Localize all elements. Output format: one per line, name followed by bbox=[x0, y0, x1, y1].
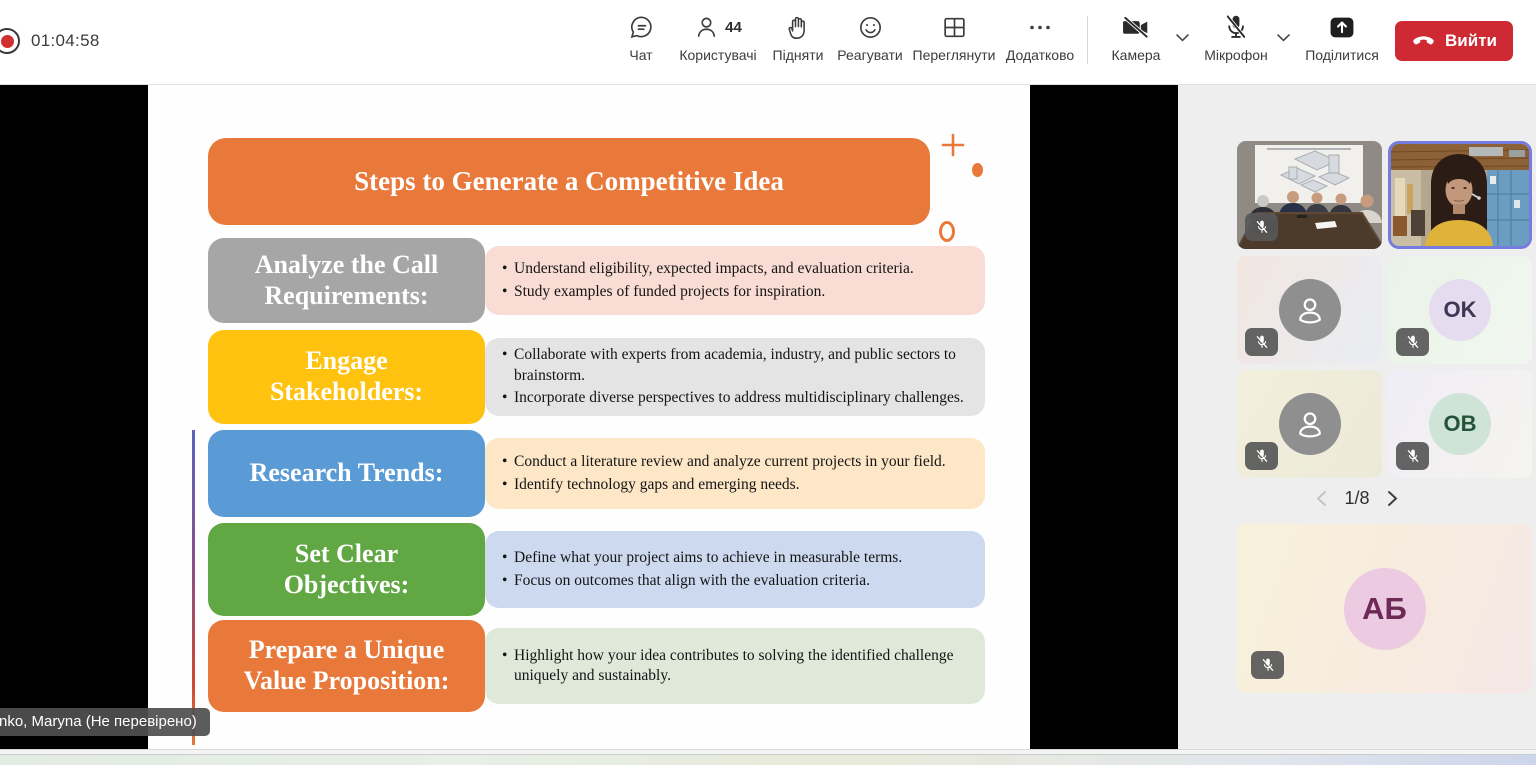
participant-tile-avatar-1[interactable] bbox=[1237, 256, 1382, 364]
leave-label: Вийти bbox=[1445, 31, 1497, 51]
camera-label: Камера bbox=[1112, 47, 1161, 63]
bullet-text: Identify technology gaps and emerging ne… bbox=[501, 475, 973, 495]
pagination-prev-icon[interactable] bbox=[1315, 490, 1328, 507]
slide-title: Steps to Generate a Competitive Idea bbox=[208, 138, 930, 225]
bullet-text: Incorporate diverse perspectives to addr… bbox=[501, 388, 973, 408]
participant-video-meeting-room[interactable] bbox=[1237, 141, 1382, 249]
letterbox-left bbox=[0, 85, 148, 749]
muted-mic-badge bbox=[1251, 651, 1284, 679]
step-2-detail-panel: Collaborate with experts from academia, … bbox=[485, 338, 985, 416]
raise-hand-button[interactable]: Підняти bbox=[765, 13, 831, 63]
pagination-next-icon[interactable] bbox=[1386, 490, 1399, 507]
step-5-label-box: Prepare a Unique Value Proposition: bbox=[208, 620, 485, 712]
share-label: Поділитися bbox=[1305, 47, 1379, 63]
slide-step-row-1: Analyze the Call Requirements: Understan… bbox=[148, 238, 1030, 323]
bullet-text: Define what your project aims to achieve… bbox=[501, 548, 973, 568]
step-4-label-box: Set Clear Objectives: bbox=[208, 523, 485, 616]
more-button[interactable]: Додатково bbox=[998, 13, 1082, 63]
letterbox-right bbox=[1030, 85, 1178, 749]
raise-hand-icon bbox=[785, 13, 811, 41]
recording-indicator-icon bbox=[0, 28, 20, 54]
hangup-icon bbox=[1411, 33, 1436, 50]
react-icon bbox=[857, 13, 884, 41]
react-button[interactable]: Реагувати bbox=[831, 13, 909, 63]
slide-step-row-4: Set Clear Objectives: Define what your p… bbox=[148, 523, 1030, 616]
participants-count: 44 bbox=[725, 19, 742, 36]
muted-mic-badge bbox=[1245, 442, 1278, 470]
bullet-text: Focus on outcomes that align with the ev… bbox=[501, 571, 973, 591]
react-label: Реагувати bbox=[837, 47, 902, 63]
presentation-slide: Steps to Generate a Competitive Idea Ana… bbox=[148, 85, 1030, 749]
step-1-detail-panel: Understand eligibility, expected impacts… bbox=[485, 246, 985, 315]
shared-screen-region: Steps to Generate a Competitive Idea Ana… bbox=[0, 85, 1178, 749]
share-screen-icon bbox=[1327, 13, 1357, 41]
muted-mic-badge bbox=[1396, 442, 1429, 470]
chat-label: Чат bbox=[629, 47, 652, 63]
participant-video-active-speaker[interactable] bbox=[1388, 141, 1532, 249]
participant-tile-ob[interactable]: OB bbox=[1388, 370, 1532, 478]
chat-icon bbox=[628, 13, 655, 41]
mic-off-icon bbox=[1222, 13, 1250, 41]
step-5-detail-panel: Highlight how your idea contributes to s… bbox=[485, 628, 985, 704]
share-button[interactable]: Поділитися bbox=[1300, 13, 1384, 63]
participant-initials: АБ bbox=[1344, 568, 1426, 650]
participant-tile-avatar-2[interactable] bbox=[1237, 370, 1382, 478]
camera-button[interactable]: Камера bbox=[1106, 13, 1166, 63]
view-button[interactable]: Переглянути bbox=[905, 13, 1003, 63]
decor-dot-icon bbox=[972, 163, 983, 177]
muted-mic-badge bbox=[1245, 328, 1278, 356]
more-icon bbox=[1023, 13, 1057, 41]
participant-initials: OB bbox=[1429, 393, 1491, 455]
bullet-text: Highlight how your idea contributes to s… bbox=[501, 646, 973, 687]
view-icon bbox=[941, 13, 968, 41]
step-1-label-box: Analyze the Call Requirements: bbox=[208, 238, 485, 323]
step-4-detail-panel: Define what your project aims to achieve… bbox=[485, 531, 985, 608]
camera-off-icon bbox=[1121, 13, 1151, 41]
mic-button[interactable]: Мікрофон bbox=[1198, 13, 1274, 63]
view-label: Переглянути bbox=[913, 47, 996, 63]
step-3-label-box: Research Trends: bbox=[208, 430, 485, 517]
participants-sidebar: OK OB 1/8 АБ bbox=[1178, 85, 1536, 749]
muted-mic-badge bbox=[1396, 328, 1429, 356]
bullet-text: Collaborate with experts from academia, … bbox=[501, 345, 973, 386]
step-2-label-box: Engage Stakeholders: bbox=[208, 330, 485, 424]
participants-label: Користувачі bbox=[679, 47, 756, 63]
slide-step-row-2: Engage Stakeholders: Collaborate with ex… bbox=[148, 330, 1030, 424]
bullet-text: Understand eligibility, expected impacts… bbox=[501, 259, 973, 279]
leave-button[interactable]: Вийти bbox=[1395, 21, 1513, 61]
more-label: Додатково bbox=[1006, 47, 1074, 63]
mic-label: Мікрофон bbox=[1204, 47, 1268, 63]
mic-options-chevron-icon[interactable] bbox=[1276, 30, 1291, 48]
participant-tile-ab-large[interactable]: АБ bbox=[1237, 524, 1532, 693]
slide-step-row-5: Prepare a Unique Value Proposition: High… bbox=[148, 620, 1030, 712]
meeting-timer: 01:04:58 bbox=[31, 31, 100, 51]
speaker-video bbox=[1391, 144, 1529, 246]
slide-step-row-3: Research Trends: Conduct a literature re… bbox=[148, 430, 1030, 517]
background-window-edge bbox=[0, 749, 1536, 765]
participants-icon bbox=[694, 14, 721, 41]
pagination-page-indicator: 1/8 bbox=[1344, 488, 1369, 509]
person-avatar-icon bbox=[1279, 393, 1341, 455]
raise-hand-label: Підняти bbox=[773, 47, 824, 63]
bullet-text: Study examples of funded projects for in… bbox=[501, 282, 973, 302]
decor-plus-icon bbox=[941, 133, 965, 162]
participants-pagination: 1/8 bbox=[1178, 488, 1536, 509]
participants-button[interactable]: 44 Користувачі bbox=[662, 13, 774, 63]
step-3-detail-panel: Conduct a literature review and analyze … bbox=[485, 438, 985, 509]
toolbar-divider bbox=[1087, 16, 1088, 64]
person-avatar-icon bbox=[1279, 279, 1341, 341]
camera-options-chevron-icon[interactable] bbox=[1175, 30, 1190, 48]
muted-mic-badge bbox=[1245, 213, 1278, 241]
meeting-top-bar: 01:04:58 Чат 44 Користувачі Підняти bbox=[0, 0, 1536, 85]
presenter-name-tag: nko, Maryna (Не перевірено) bbox=[0, 708, 210, 736]
participant-tile-ok[interactable]: OK bbox=[1388, 256, 1532, 364]
participant-initials: OK bbox=[1429, 279, 1491, 341]
bullet-text: Conduct a literature review and analyze … bbox=[501, 452, 973, 472]
